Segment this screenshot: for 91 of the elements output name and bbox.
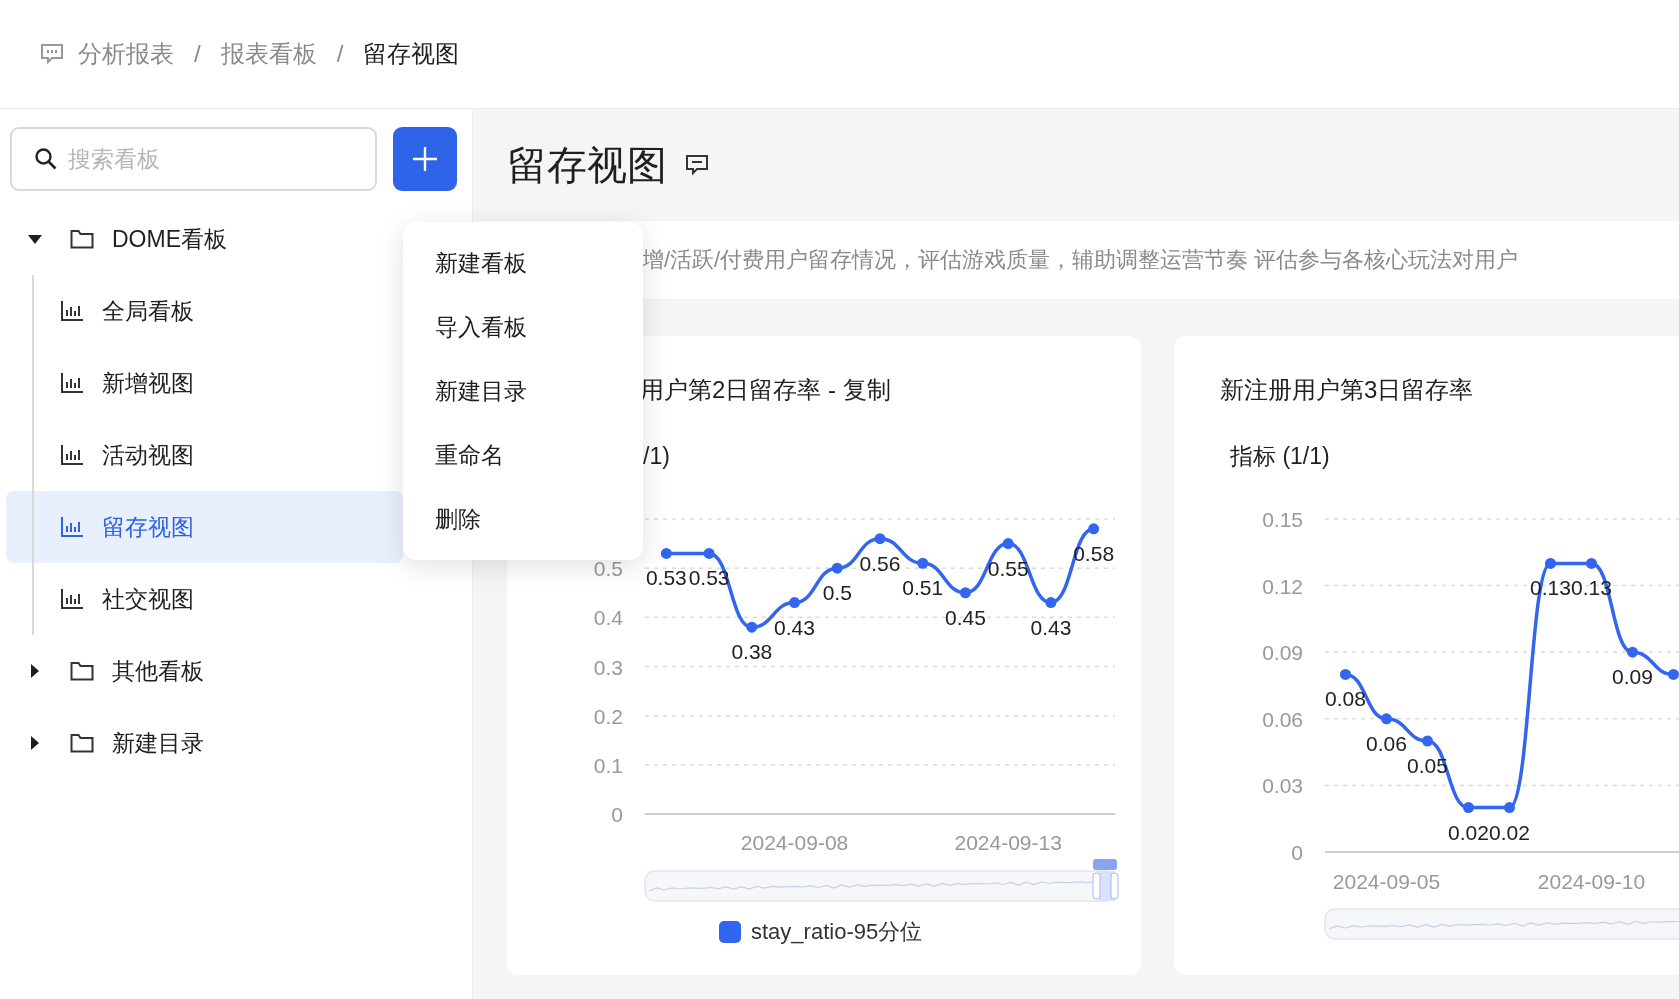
menu-item[interactable]: 新建目录 bbox=[403, 359, 643, 423]
y-tick-label: 0.09 bbox=[1262, 641, 1303, 665]
data-label: 0.55 bbox=[987, 556, 1029, 580]
data-point bbox=[1463, 802, 1474, 814]
tree-item[interactable]: 其他看板 bbox=[6, 635, 403, 707]
legend-swatch[interactable] bbox=[719, 921, 741, 943]
data-label: 0.51 bbox=[902, 576, 944, 600]
data-point bbox=[660, 547, 672, 559]
bar-chart-icon bbox=[60, 588, 84, 610]
bar-chart-icon bbox=[60, 444, 84, 466]
breadcrumb-separator: / bbox=[194, 40, 201, 68]
legend-label[interactable]: stay_ratio-95分位 bbox=[751, 917, 923, 947]
x-tick-label: 2024-09-13 bbox=[954, 831, 1062, 854]
folder-icon bbox=[70, 733, 94, 753]
x-tick-label: 2024-09-08 bbox=[740, 831, 849, 854]
data-point bbox=[1002, 538, 1014, 550]
data-label: 0.09 bbox=[1612, 665, 1653, 689]
data-point bbox=[1340, 668, 1351, 680]
y-tick-label: 0.1 bbox=[593, 753, 623, 777]
data-label: 0.43 bbox=[774, 615, 815, 639]
chat-icon bbox=[40, 43, 64, 65]
data-point bbox=[1668, 668, 1679, 680]
data-point bbox=[959, 587, 971, 599]
search-field[interactable]: 搜索看板 bbox=[10, 127, 377, 191]
comment-icon[interactable] bbox=[685, 154, 709, 176]
data-point bbox=[746, 621, 758, 633]
zoom-slider[interactable] bbox=[1324, 908, 1679, 940]
tree-item[interactable]: 社交视图 bbox=[6, 563, 403, 635]
y-tick-label: 0.3 bbox=[593, 655, 623, 679]
data-point bbox=[831, 562, 843, 574]
tree-item[interactable]: DOME看板 bbox=[6, 203, 403, 275]
tree-item[interactable]: 留存视图 bbox=[6, 491, 403, 563]
x-tick-label: 2024-09-10 bbox=[1537, 870, 1646, 893]
menu-item[interactable]: 重命名 bbox=[403, 423, 643, 487]
menu-item[interactable]: 新建看板 bbox=[403, 231, 643, 295]
bar-chart-icon bbox=[60, 300, 84, 322]
data-point bbox=[917, 557, 929, 569]
data-label: 0.45 bbox=[945, 605, 986, 629]
bar-chart-icon bbox=[60, 516, 84, 538]
data-point bbox=[703, 547, 715, 559]
y-tick-label: 0.15 bbox=[1262, 508, 1303, 531]
data-point bbox=[1586, 557, 1597, 569]
data-label: 0.43 bbox=[1030, 615, 1072, 639]
data-label: 0.02 bbox=[1489, 820, 1530, 844]
breadcrumb-current: 留存视图 bbox=[363, 39, 460, 69]
data-label: 0.56 bbox=[859, 551, 901, 575]
y-tick-label: 0 bbox=[1291, 841, 1303, 864]
data-point bbox=[1422, 735, 1433, 747]
breadcrumb-separator: / bbox=[336, 40, 344, 68]
chart-title: 新注册用户第3日留存率 bbox=[1220, 375, 1474, 405]
y-tick-label: 0.2 bbox=[593, 704, 623, 728]
tree-item[interactable]: 全局看板 bbox=[6, 275, 403, 347]
data-label: 0.02 bbox=[1448, 820, 1489, 844]
bar-chart-icon bbox=[60, 372, 84, 394]
y-tick-label: 0 bbox=[611, 803, 623, 826]
folder-icon bbox=[70, 229, 94, 249]
tree-item[interactable]: 新建目录 bbox=[6, 707, 403, 779]
data-label: 0.08 bbox=[1325, 687, 1366, 711]
data-point bbox=[1504, 802, 1515, 814]
data-point bbox=[1045, 597, 1057, 609]
data-point bbox=[1627, 646, 1638, 658]
search-icon bbox=[34, 147, 58, 171]
add-button[interactable] bbox=[393, 127, 457, 191]
data-point bbox=[874, 533, 886, 545]
metric-label: /1) bbox=[643, 442, 670, 471]
page-title: 留存视图 bbox=[507, 141, 667, 189]
tree-item[interactable]: 活动视图 bbox=[6, 419, 403, 491]
x-tick-label: 2024-09-05 bbox=[1332, 870, 1441, 893]
zoom-slider[interactable] bbox=[644, 859, 1119, 902]
y-tick-label: 0.5 bbox=[593, 557, 623, 581]
data-label: 0.06 bbox=[1366, 731, 1407, 755]
data-label: 0.38 bbox=[731, 640, 773, 664]
chart-title: 用户第2日留存率 - 复制 bbox=[640, 375, 891, 405]
metric-label: 指标 (1/1) bbox=[1230, 442, 1330, 471]
plus-icon bbox=[412, 146, 438, 172]
data-point bbox=[1545, 557, 1556, 569]
folder-icon bbox=[70, 661, 94, 681]
data-point bbox=[1381, 713, 1392, 725]
menu-item[interactable]: 删除 bbox=[403, 487, 643, 551]
tree-item[interactable]: 新增视图 bbox=[6, 347, 403, 419]
menu-item[interactable]: 导入看板 bbox=[403, 295, 643, 359]
y-tick-label: 0.06 bbox=[1262, 707, 1303, 731]
data-label: 0.5 bbox=[822, 581, 852, 605]
y-tick-label: 0.03 bbox=[1262, 774, 1303, 798]
data-point bbox=[1088, 523, 1100, 535]
page-description: 增/活跃/付费用户留存情况，评估游戏质量，辅助调整运营节奏 评估参与各核心玩法对用户 bbox=[642, 246, 1519, 274]
data-label: 0.53 bbox=[645, 566, 687, 590]
data-point bbox=[789, 597, 801, 609]
search-input[interactable]: 搜索看板 bbox=[66, 144, 370, 174]
y-tick-label: 0.4 bbox=[593, 606, 623, 630]
y-tick-label: 0.12 bbox=[1262, 574, 1303, 598]
